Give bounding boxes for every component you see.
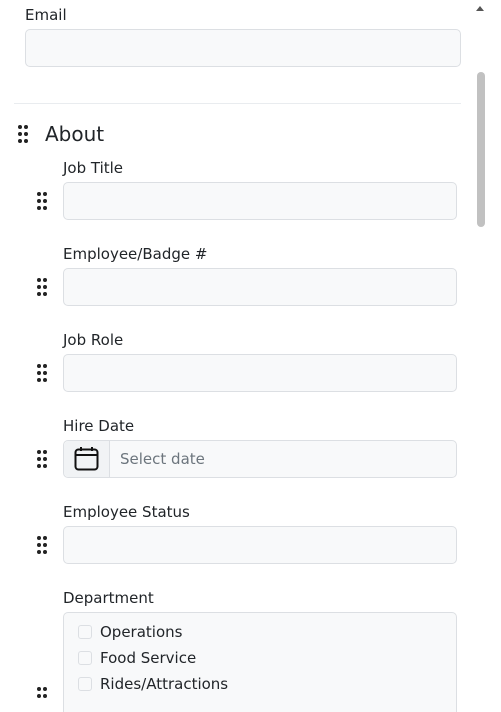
scroll-up-arrow-icon[interactable] (476, 6, 484, 11)
job-title-drag-handle-icon[interactable] (37, 192, 47, 210)
badge-drag-handle-icon[interactable] (37, 278, 47, 296)
email-label: Email (25, 6, 67, 24)
job-title-field[interactable] (63, 182, 457, 220)
hire-date-placeholder: Select date (120, 450, 205, 468)
job-role-drag-handle-icon[interactable] (37, 364, 47, 382)
about-section-drag-handle-icon[interactable] (18, 125, 28, 143)
department-option-label: Food Service (100, 649, 197, 667)
department-drag-handle-icon[interactable] (37, 687, 47, 705)
department-option-label: Rides/Attractions (100, 675, 229, 693)
hire-date-field[interactable]: Select date (63, 440, 457, 478)
badge-field[interactable] (63, 268, 457, 306)
hire-date-label: Hire Date (63, 417, 135, 435)
employee-status-drag-handle-icon[interactable] (37, 536, 47, 554)
job-title-label: Job Title (63, 159, 124, 177)
email-field[interactable] (25, 29, 461, 67)
department-option-label: Operations (100, 623, 183, 641)
department-label: Department (63, 589, 154, 607)
calendar-button[interactable] (64, 441, 110, 477)
section-divider (14, 103, 461, 104)
section-title-about: About (45, 122, 105, 146)
scrollbar-thumb[interactable] (477, 72, 485, 227)
badge-label: Employee/Badge # (63, 245, 208, 263)
department-checkbox-rides-attractions[interactable] (78, 677, 92, 691)
job-role-label: Job Role (63, 331, 124, 349)
department-options-box: Operations Food Service Rides/Attraction… (63, 612, 457, 712)
employee-status-label: Employee Status (63, 503, 190, 521)
hire-date-drag-handle-icon[interactable] (37, 450, 47, 468)
department-checkbox-food-service[interactable] (78, 651, 92, 665)
employee-status-field[interactable] (63, 526, 457, 564)
department-checkbox-operations[interactable] (78, 625, 92, 639)
calendar-icon (74, 447, 99, 471)
job-role-field[interactable] (63, 354, 457, 392)
